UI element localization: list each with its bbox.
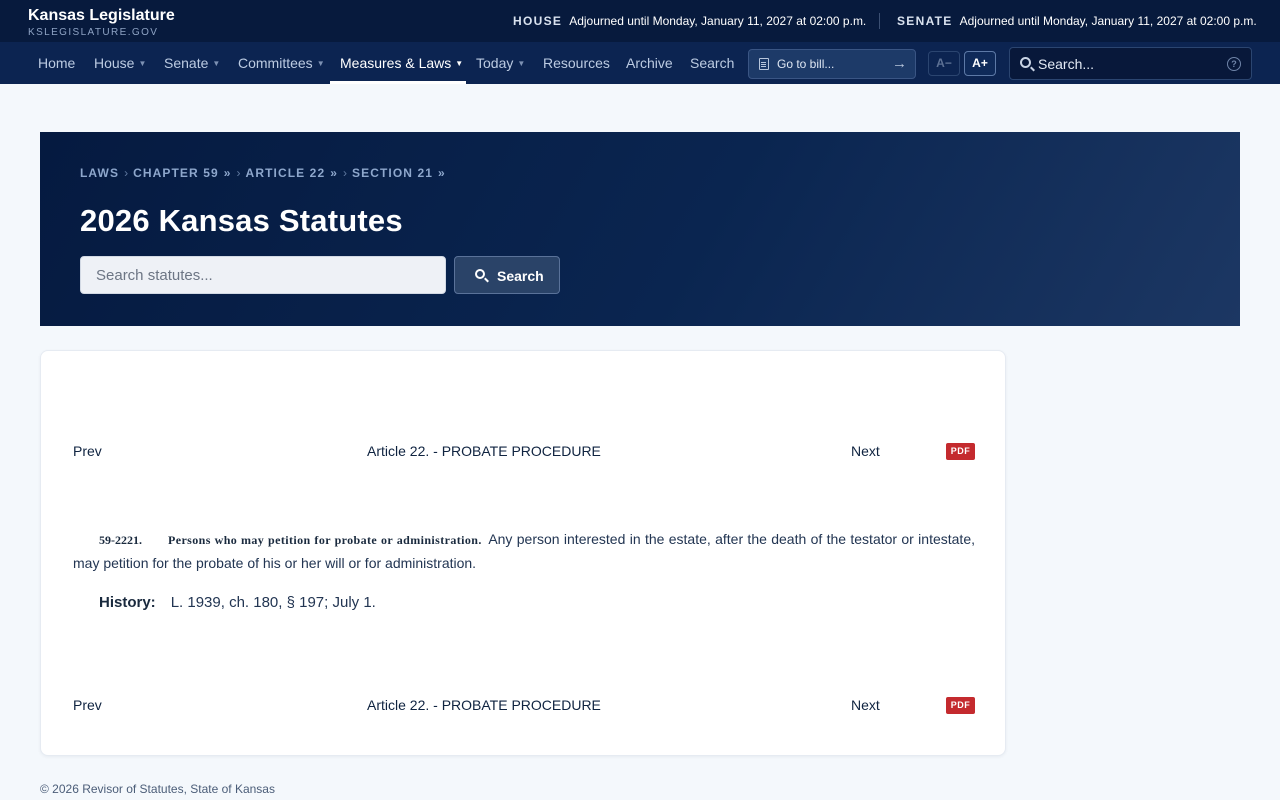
nav-senate[interactable]: Senate ▼ <box>164 42 220 84</box>
breadcrumb-expand-icon[interactable]: » <box>330 166 338 180</box>
footer-copyright: © 2026 Revisor of Statutes, State of Kan… <box>40 782 275 796</box>
status-divider <box>879 13 880 29</box>
section-catchline: Persons who may petition for probate or … <box>168 533 482 547</box>
nav-house-label: House <box>94 55 135 71</box>
nav-committees[interactable]: Committees ▼ <box>238 42 325 84</box>
statute-pager-top: Prev Article 22. - PROBATE PROCEDURE Nex… <box>73 441 975 461</box>
chevron-down-icon: ▼ <box>455 59 464 68</box>
section-number: 59-2221. <box>99 533 142 547</box>
house-status-text: Adjourned until Monday, January 11, 2027… <box>569 14 867 28</box>
chevron-down-icon: ▼ <box>212 59 221 68</box>
nav-home-label: Home <box>38 55 76 71</box>
breadcrumb-separator: › <box>124 166 129 180</box>
breadcrumb-separator: › <box>236 166 241 180</box>
statute-pager-bottom: Prev Article 22. - PROBATE PROCEDURE Nex… <box>73 695 975 715</box>
prev-link[interactable]: Prev <box>73 443 102 459</box>
font-increase-button[interactable]: A+ <box>964 51 996 76</box>
nav-home[interactable]: Home <box>38 42 75 84</box>
house-status: HOUSE Adjourned until Monday, January 11,… <box>513 13 866 29</box>
breadcrumb-laws[interactable]: LAWS <box>80 166 119 180</box>
article-link[interactable]: Article 22. - PROBATE PROCEDURE <box>367 697 601 713</box>
statute-search-button[interactable]: Search <box>454 256 560 294</box>
article-link[interactable]: Article 22. - PROBATE PROCEDURE <box>367 443 601 459</box>
site-search-input[interactable] <box>1038 54 1218 74</box>
arrow-right-icon[interactable]: → <box>892 55 907 72</box>
nav-house[interactable]: House ▼ <box>94 42 146 84</box>
breadcrumb: LAWS › CHAPTER 59 » › ARTICLE 22 » › SECTION 21 » <box>80 166 446 180</box>
nav-resources-label: Resources <box>543 55 610 71</box>
pdf-button[interactable]: PDF <box>946 697 975 714</box>
search-icon <box>475 269 485 279</box>
house-label: HOUSE <box>513 14 563 28</box>
top-bar: Kansas Legislature KSLEGISLATURE.GOV HOU… <box>0 0 1280 42</box>
search-button-label: Search <box>497 268 544 284</box>
senate-label: SENATE <box>897 14 953 28</box>
site-search-box: ? <box>1009 47 1252 80</box>
go-to-bill-label: Go to bill... <box>777 57 835 71</box>
nav-today-label: Today <box>476 55 514 71</box>
breadcrumb-chapter[interactable]: CHAPTER 59 <box>133 166 219 180</box>
history-label: History: <box>99 594 156 611</box>
chevron-down-icon: ▼ <box>316 59 325 68</box>
nav-archive-label: Archive <box>626 55 673 71</box>
breadcrumb-section[interactable]: SECTION 21 <box>352 166 433 180</box>
font-decrease-button[interactable]: A− <box>928 51 960 76</box>
breadcrumb-expand-icon[interactable]: » <box>438 166 446 180</box>
nav-senate-label: Senate <box>164 55 209 71</box>
senate-status-text: Adjourned until Monday, January 11, 2027… <box>959 14 1257 28</box>
page-title: 2026 Kansas Statutes <box>80 203 403 238</box>
breadcrumb-expand-icon[interactable]: » <box>224 166 232 180</box>
document-icon <box>759 58 769 70</box>
next-link[interactable]: Next <box>851 443 880 459</box>
prev-link[interactable]: Prev <box>73 697 102 713</box>
site-title[interactable]: Kansas Legislature <box>28 7 175 25</box>
nav-search[interactable]: Search <box>690 42 734 84</box>
senate-status: SENATE Adjourned until Monday, January 11… <box>897 13 1257 29</box>
nav-search-label: Search <box>690 55 735 71</box>
help-icon[interactable]: ? <box>1227 57 1241 71</box>
chevron-down-icon: ▼ <box>517 59 526 68</box>
go-to-bill-field[interactable]: Go to bill... → <box>748 49 916 79</box>
breadcrumb-separator: › <box>343 166 348 180</box>
active-nav-indicator <box>330 81 466 84</box>
nav-archive[interactable]: Archive <box>626 42 673 84</box>
nav-measures-laws[interactable]: Measures & Laws ▼ <box>340 42 463 84</box>
nav-measures-laws-label: Measures & Laws <box>340 55 452 71</box>
pdf-button[interactable]: PDF <box>946 443 975 460</box>
search-icon <box>1020 57 1031 68</box>
nav-committees-label: Committees <box>238 55 313 71</box>
next-link[interactable]: Next <box>851 697 880 713</box>
statute-card: Prev Article 22. - PROBATE PROCEDURE Nex… <box>40 350 1006 756</box>
statute-history: History: L. 1939, ch. 180, § 197; July 1. <box>99 594 376 611</box>
statute-search-input[interactable] <box>80 256 446 294</box>
site-subtitle: KSLEGISLATURE.GOV <box>28 27 159 38</box>
history-text: L. 1939, ch. 180, § 197; July 1. <box>170 594 376 611</box>
breadcrumb-article[interactable]: ARTICLE 22 <box>246 166 326 180</box>
nav-today[interactable]: Today ▼ <box>476 42 525 84</box>
chevron-down-icon: ▼ <box>138 59 147 68</box>
nav-resources[interactable]: Resources <box>543 42 610 84</box>
statute-text: 59-2221. Persons who may petition for pro… <box>73 528 975 575</box>
site-brand[interactable]: Kansas Legislature KSLEGISLATURE.GOV <box>28 7 175 39</box>
statutes-hero: LAWS › CHAPTER 59 » › ARTICLE 22 » › SECTION 21 »… <box>40 132 1240 326</box>
